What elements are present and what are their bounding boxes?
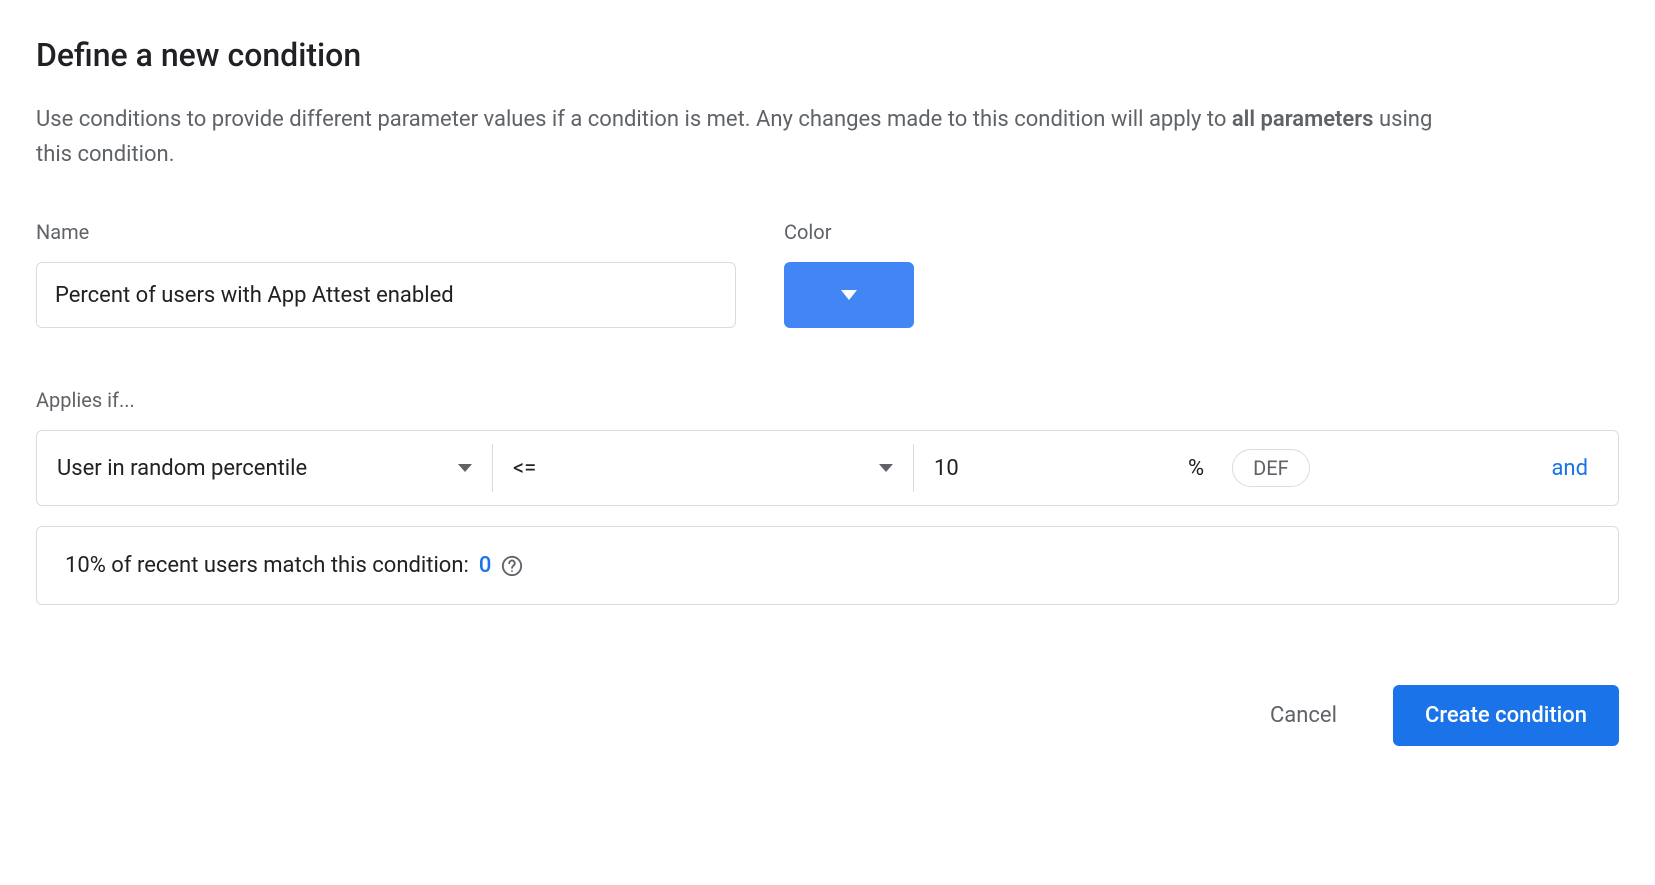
percent-cell: % <box>1174 431 1218 505</box>
caret-down-icon <box>879 464 893 472</box>
value-input[interactable] <box>934 456 1154 481</box>
caret-down-icon <box>841 290 857 300</box>
and-link[interactable]: and <box>1551 456 1588 481</box>
name-field-group: Name <box>36 220 736 328</box>
caret-down-icon <box>458 464 472 472</box>
color-label: Color <box>784 220 914 244</box>
def-cell: DEF <box>1218 431 1324 505</box>
field-row: Name Color <box>36 220 1619 328</box>
description: Use conditions to provide different para… <box>36 102 1436 172</box>
operator-text: <= <box>513 456 536 481</box>
name-label: Name <box>36 220 736 244</box>
description-prefix: Use conditions to provide different para… <box>36 107 1232 132</box>
condition-type-select[interactable]: User in random percentile <box>37 431 492 505</box>
condition-type-text: User in random percentile <box>57 456 307 481</box>
cancel-button[interactable]: Cancel <box>1254 691 1353 740</box>
applies-if-label: Applies if... <box>36 388 1619 412</box>
name-input[interactable] <box>36 262 736 328</box>
value-cell <box>914 431 1174 505</box>
description-bold: all parameters <box>1232 107 1374 132</box>
match-text: 10% of recent users match this condition… <box>65 553 469 578</box>
operator-select[interactable]: <= <box>493 431 913 505</box>
def-chip[interactable]: DEF <box>1232 449 1310 487</box>
match-summary: 10% of recent users match this condition… <box>36 526 1619 605</box>
condition-row: User in random percentile <= % DEF and <box>36 430 1619 506</box>
match-count: 0 <box>479 553 492 578</box>
footer: Cancel Create condition <box>36 685 1619 746</box>
help-icon[interactable] <box>501 555 523 577</box>
color-field-group: Color <box>784 220 914 328</box>
page-title: Define a new condition <box>36 36 1619 74</box>
and-cell: and <box>1521 431 1618 505</box>
color-select[interactable] <box>784 262 914 328</box>
create-condition-button[interactable]: Create condition <box>1393 685 1619 746</box>
percent-symbol: % <box>1188 456 1204 481</box>
